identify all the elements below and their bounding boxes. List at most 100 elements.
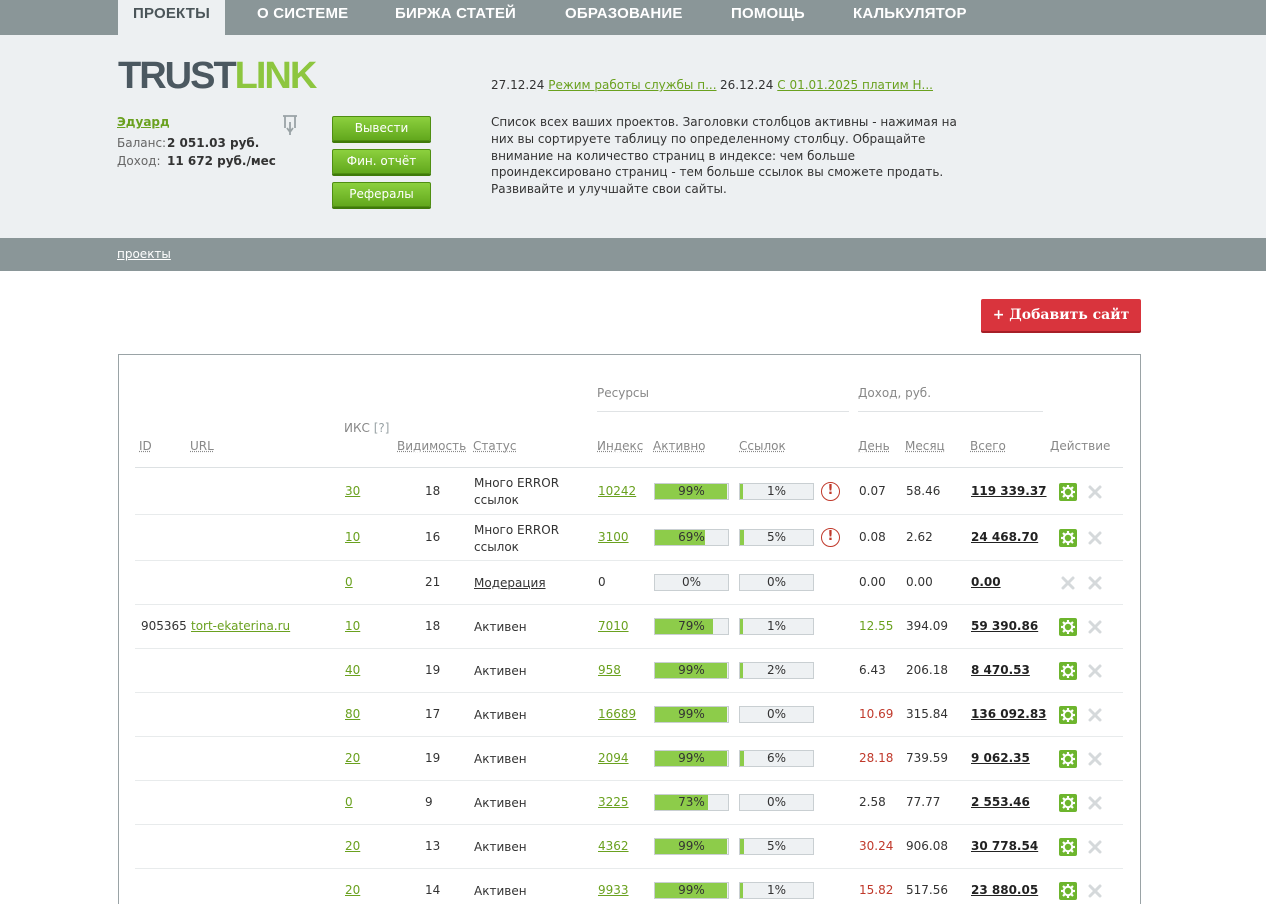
settings-gear-icon[interactable] — [1059, 662, 1077, 680]
withdraw-button[interactable]: Вывести — [332, 116, 431, 141]
links-progress-bar: 6% — [739, 750, 814, 767]
settings-gear-icon[interactable] — [1059, 706, 1077, 724]
row-index-link: 0 — [598, 575, 606, 589]
fin-report-button[interactable]: Фин. отчёт — [332, 149, 431, 174]
tab-article-exchange[interactable]: БИРЖА СТАТЕЙ — [395, 0, 516, 35]
news-link[interactable]: Режим работы службы п... — [548, 78, 716, 92]
redacted-area — [140, 749, 270, 769]
row-income-total-link[interactable]: 0.00 — [971, 575, 1001, 589]
row-income-total-link[interactable]: 59 390.86 — [971, 619, 1038, 633]
row-income-total-link[interactable]: 2 553.46 — [971, 795, 1030, 809]
row-income-total-link[interactable]: 9 062.35 — [971, 751, 1030, 765]
news-date: 26.12.24 — [720, 78, 774, 92]
settings-gear-icon[interactable] — [1059, 838, 1077, 856]
tab-projects[interactable]: ПРОЕКТЫ — [118, 0, 226, 35]
active-progress-label: 73% — [678, 795, 705, 809]
row-status[interactable]: Модерация — [474, 575, 574, 592]
row-index-link[interactable]: 3100 — [598, 530, 629, 544]
row-income-month: 394.09 — [906, 619, 948, 633]
col-header-index[interactable]: Индекс — [597, 439, 643, 453]
news-link[interactable]: С 01.01.2025 платим Н... — [777, 78, 933, 92]
row-iks-link[interactable]: 0 — [345, 575, 353, 589]
row-iks-link[interactable]: 20 — [345, 883, 360, 897]
tab-help[interactable]: ПОМОЩЬ — [731, 0, 805, 35]
delete-icon[interactable] — [1087, 575, 1103, 591]
row-index-link[interactable]: 7010 — [598, 619, 629, 633]
delete-icon[interactable] — [1087, 751, 1103, 767]
active-progress-label: 99% — [678, 751, 705, 765]
tab-education[interactable]: ОБРАЗОВАНИЕ — [565, 0, 683, 35]
balance-label: Баланс: — [117, 136, 167, 150]
row-iks-link[interactable]: 80 — [345, 707, 360, 721]
settings-gear-icon[interactable] — [1059, 618, 1077, 636]
breadcrumb-projects[interactable]: проекты — [117, 247, 171, 261]
links-progress-label: 0% — [766, 707, 787, 721]
balance-value: 2 051.03 руб. — [167, 136, 260, 150]
referrals-button[interactable]: Рефералы — [332, 182, 431, 207]
row-index-link[interactable]: 958 — [598, 663, 621, 677]
col-header-total[interactable]: Всего — [970, 439, 1006, 453]
row-id: 905365 — [141, 619, 187, 633]
row-iks-link[interactable]: 40 — [345, 663, 360, 677]
col-header-url[interactable]: URL — [190, 439, 214, 453]
delete-icon[interactable] — [1087, 663, 1103, 679]
trustlink-logo[interactable]: TRUSTLINK — [118, 57, 317, 95]
tab-calculator[interactable]: КАЛЬКУЛЯТОР — [853, 0, 967, 35]
links-progress-label: 2% — [766, 663, 787, 677]
row-iks-link[interactable]: 30 — [345, 484, 360, 498]
settings-gear-icon[interactable] — [1059, 750, 1077, 768]
breadcrumb-bar: проекты — [0, 238, 1266, 271]
warning-icon[interactable]: ! — [821, 481, 840, 501]
row-income-total-link[interactable]: 24 468.70 — [971, 530, 1038, 544]
delete-icon[interactable] — [1087, 619, 1103, 635]
row-index-link[interactable]: 4362 — [598, 839, 629, 853]
row-income-total-link[interactable]: 119 339.37 — [971, 484, 1047, 498]
settings-gear-icon[interactable] — [1059, 529, 1077, 547]
col-header-visibility[interactable]: Видимость — [397, 439, 466, 453]
row-iks-link[interactable]: 0 — [345, 795, 353, 809]
row-income-total-link[interactable]: 8 470.53 — [971, 663, 1030, 677]
row-url-link[interactable]: tort-ekaterina.ru — [191, 619, 290, 633]
col-header-id[interactable]: ID — [139, 439, 152, 453]
row-status: Много ERROR ссылок — [474, 476, 560, 507]
pin-icon[interactable] — [281, 114, 299, 136]
delete-icon[interactable] — [1087, 839, 1103, 855]
row-status: Активен — [474, 884, 527, 898]
active-progress-label: 69% — [678, 530, 705, 544]
col-header-month[interactable]: Месяц — [905, 439, 945, 453]
group-divider — [858, 411, 1043, 412]
delete-icon[interactable] — [1087, 484, 1103, 500]
col-header-links[interactable]: Ссылок — [739, 439, 786, 453]
delete-icon[interactable] — [1087, 883, 1103, 899]
row-iks-link[interactable]: 10 — [345, 530, 360, 544]
row-index-link[interactable]: 2094 — [598, 751, 629, 765]
row-index-link[interactable]: 10242 — [598, 484, 636, 498]
settings-gear-icon[interactable] — [1059, 482, 1077, 501]
iks-hint-link[interactable]: [?] — [374, 421, 390, 435]
links-progress-bar: 0% — [739, 574, 814, 591]
row-iks-link[interactable]: 20 — [345, 751, 360, 765]
row-iks-link[interactable]: 20 — [345, 839, 360, 853]
row-visibility: 19 — [425, 751, 441, 765]
row-income-total-link[interactable]: 23 880.05 — [971, 883, 1038, 897]
row-index-link[interactable]: 9933 — [598, 883, 629, 897]
row-income-total-link[interactable]: 136 092.83 — [971, 707, 1047, 721]
col-header-active[interactable]: Активно — [653, 439, 706, 453]
row-index-link[interactable]: 16689 — [598, 707, 636, 721]
group-header-resources: Ресурсы — [597, 386, 650, 400]
delete-icon[interactable] — [1087, 795, 1103, 811]
col-header-status[interactable]: Статус — [473, 439, 516, 453]
col-header-day[interactable]: День — [858, 439, 890, 453]
tab-about-system[interactable]: О СИСТЕМЕ — [257, 0, 348, 35]
settings-gear-icon[interactable] — [1059, 882, 1077, 900]
settings-gear-icon[interactable] — [1059, 794, 1077, 812]
col-header-iks[interactable]: ИКС [?] — [344, 421, 389, 435]
delete-icon[interactable] — [1087, 530, 1103, 546]
row-index-link[interactable]: 3225 — [598, 795, 629, 809]
warning-icon[interactable]: ! — [821, 528, 840, 547]
row-income-total-link[interactable]: 30 778.54 — [971, 839, 1038, 853]
add-site-button[interactable]: + Добавить сайт — [981, 299, 1141, 331]
delete-icon[interactable] — [1087, 707, 1103, 723]
user-name-link[interactable]: Эдуард — [117, 115, 170, 129]
row-iks-link[interactable]: 10 — [345, 619, 360, 633]
